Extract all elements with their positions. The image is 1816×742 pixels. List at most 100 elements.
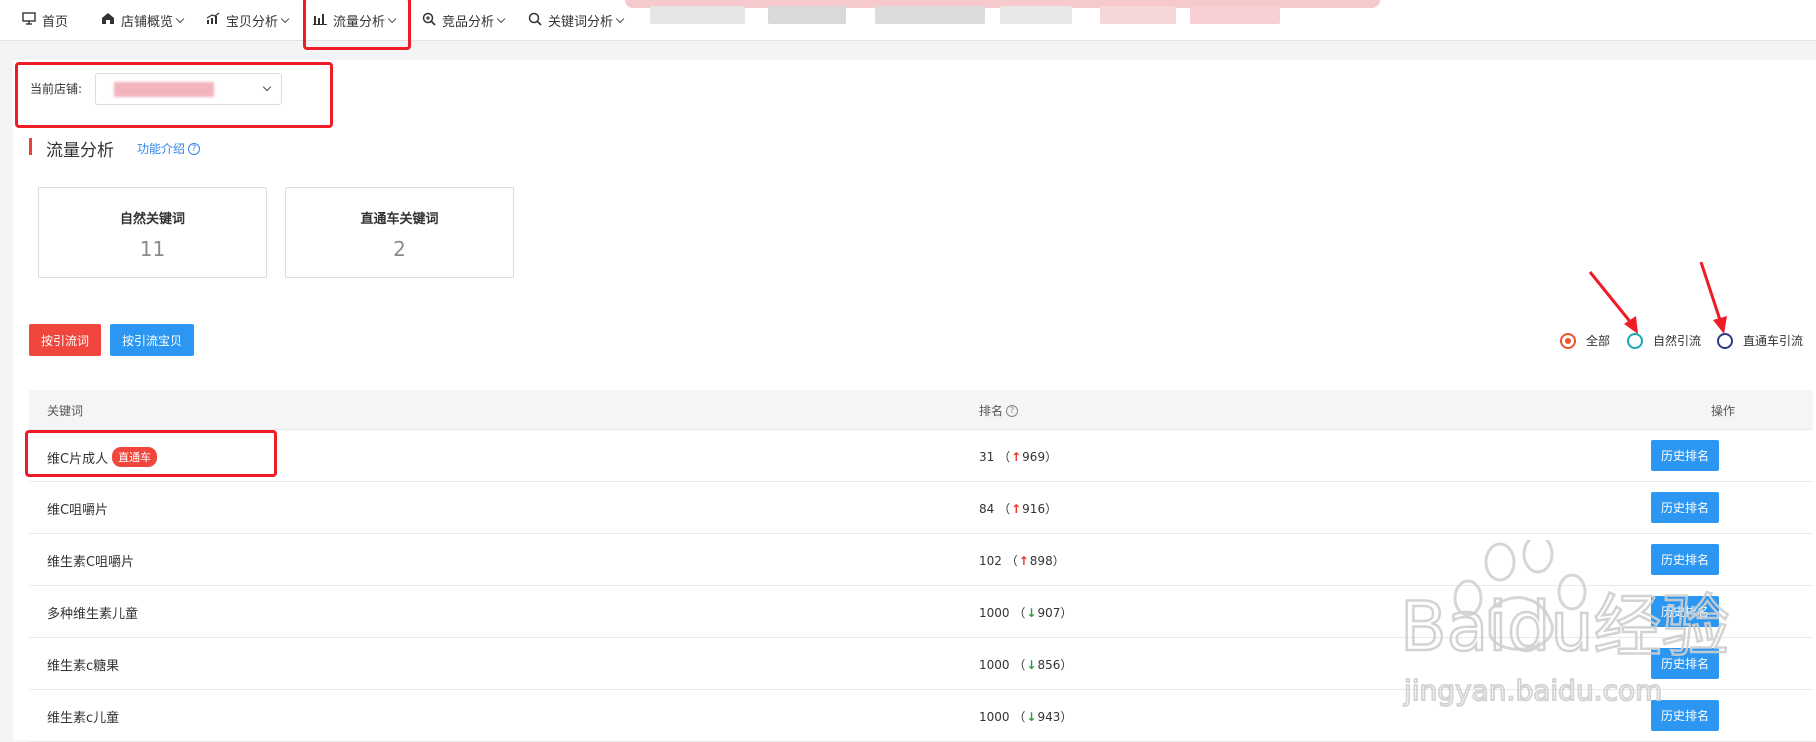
stat-label: 直通车关键词 — [360, 212, 439, 227]
nav-label: 流量分析 — [333, 15, 386, 30]
nav-label: 店铺概览 — [121, 15, 174, 30]
rank-cell: 102 （↑ 898） — [979, 553, 1065, 569]
by-item-button[interactable]: 按引流宝贝 — [110, 324, 194, 356]
store-icon — [101, 12, 115, 29]
blurred-nav-item — [1100, 6, 1176, 24]
rank-change: 916 — [1022, 501, 1046, 516]
blurred-nav-item — [650, 6, 745, 24]
nav-item-keyword-analysis[interactable]: 关键词分析 — [528, 0, 625, 41]
keyword-text: 多种维生素儿童 — [47, 607, 139, 622]
table-header: 关键词 排名 ? 操作 — [29, 390, 1813, 430]
stat-card-ztc: 直通车关键词 2 — [285, 187, 514, 278]
table-row: 维C片成人 直通车 31 （↑ 969） 历史排名 — [29, 430, 1813, 482]
stat-card-natural: 自然关键词 11 — [38, 187, 267, 278]
keyword-cell: 维生素C咀嚼片 — [47, 551, 134, 570]
blurred-shop-name — [114, 82, 214, 97]
arrow-up-icon: ↑ — [1011, 449, 1022, 464]
table-row: 维C咀嚼片 84 （↑ 916） 历史排名 — [29, 482, 1813, 534]
radio-natural[interactable]: 自然引流 — [1627, 332, 1701, 349]
rank-value: 1000 — [979, 657, 1010, 672]
arrow-down-icon: ↓ — [1026, 657, 1037, 672]
question-icon[interactable]: ? — [1006, 404, 1019, 417]
blurred-nav-item — [1190, 6, 1280, 24]
keyword-text: 维C咀嚼片 — [47, 503, 109, 518]
nav-item-store-overview[interactable]: 店铺概览 — [101, 0, 185, 41]
rank-value: 1000 — [979, 709, 1010, 724]
question-icon: ? — [188, 142, 201, 155]
blurred-nav-item — [875, 6, 985, 24]
rank-cell: 1000 （↓ 856） — [979, 657, 1073, 673]
ztc-badge: 直通车 — [112, 447, 158, 467]
keyword-text: 维生素C咀嚼片 — [47, 555, 135, 570]
nav-item-home[interactable]: 首页 — [22, 0, 68, 41]
chevron-down-icon — [280, 14, 290, 23]
radio-label: 全部 — [1586, 334, 1611, 348]
arrow-down-icon: ↓ — [1026, 605, 1037, 620]
header-rank: 排名 ? — [979, 402, 1019, 419]
help-link[interactable]: 功能介绍 ? — [137, 140, 201, 157]
rank-cell: 1000 （↓ 907） — [979, 605, 1073, 621]
history-rank-button[interactable]: 历史排名 — [1651, 700, 1719, 731]
rank-value: 1000 — [979, 605, 1010, 620]
shop-select[interactable] — [95, 73, 282, 105]
nav-item-competitor-analysis[interactable]: 竞品分析 — [422, 0, 506, 41]
help-link-label: 功能介绍 — [137, 142, 186, 156]
trend-icon — [206, 12, 220, 29]
rank-value: 102 — [979, 553, 1002, 568]
history-rank-button[interactable]: 历史排名 — [1651, 648, 1719, 679]
history-rank-button[interactable]: 历史排名 — [1651, 544, 1719, 575]
rank-value: 31 — [979, 449, 995, 464]
bar-chart-icon — [313, 12, 327, 29]
nav-label: 宝贝分析 — [226, 15, 279, 30]
top-navigation: 首页 店铺概览 宝贝分析 流量分析 竞品分析 关键词分析 — [0, 0, 1816, 41]
radio-circle — [1717, 332, 1733, 349]
stat-value: 2 — [393, 237, 406, 261]
radio-label: 直通车引流 — [1743, 334, 1804, 348]
chevron-down-icon — [175, 14, 185, 23]
monitor-icon — [22, 12, 36, 29]
history-rank-button[interactable]: 历史排名 — [1651, 596, 1719, 627]
zoom-icon — [422, 12, 436, 30]
section-marker — [29, 138, 32, 155]
chevron-down-icon — [387, 14, 397, 23]
nav-item-item-analysis[interactable]: 宝贝分析 — [206, 0, 290, 41]
header-action: 操作 — [1711, 404, 1736, 418]
table-row: 维生素c糖果 1000 （↓ 856） 历史排名 — [29, 638, 1813, 690]
shop-label: 当前店铺: — [30, 82, 83, 96]
keyword-text: 维生素c儿童 — [47, 711, 120, 726]
nav-label: 首页 — [42, 15, 69, 30]
blurred-nav-item — [768, 6, 846, 24]
blurred-nav-item — [1000, 6, 1072, 24]
keyword-text: 维生素c糖果 — [47, 659, 120, 674]
keyword-cell: 多种维生素儿童 — [47, 603, 138, 622]
arrow-up-icon: ↑ — [1018, 553, 1029, 568]
radio-circle — [1627, 332, 1643, 349]
history-rank-button[interactable]: 历史排名 — [1651, 440, 1719, 471]
chevron-down-icon — [615, 14, 625, 23]
nav-item-traffic-analysis[interactable]: 流量分析 — [313, 0, 397, 41]
rank-cell: 84 （↑ 916） — [979, 501, 1058, 517]
rank-change: 907 — [1037, 605, 1061, 620]
nav-label: 竞品分析 — [442, 15, 495, 30]
history-rank-button[interactable]: 历史排名 — [1651, 492, 1719, 523]
table-row: 多种维生素儿童 1000 （↓ 907） 历史排名 — [29, 586, 1813, 638]
keyword-cell: 维生素c糖果 — [47, 655, 119, 674]
rank-change: 898 — [1029, 553, 1053, 568]
rank-change: 856 — [1037, 657, 1061, 672]
radio-label: 自然引流 — [1653, 334, 1702, 348]
keyword-text: 维C片成人 — [47, 451, 109, 467]
by-keyword-button[interactable]: 按引流词 — [29, 324, 101, 356]
chevron-down-icon — [496, 14, 506, 23]
radio-ztc[interactable]: 直通车引流 — [1717, 332, 1803, 349]
radio-all[interactable]: 全部 — [1560, 332, 1610, 349]
rank-cell: 31 （↑ 969） — [979, 449, 1058, 465]
keyword-cell: 维C咀嚼片 — [47, 499, 108, 518]
keyword-cell: 维C片成人 直通车 — [47, 447, 158, 467]
stat-value: 11 — [139, 237, 166, 261]
rank-change: 969 — [1022, 449, 1046, 464]
nav-label: 关键词分析 — [548, 15, 614, 30]
arrow-up-icon: ↑ — [1011, 501, 1022, 516]
chevron-down-icon — [262, 82, 272, 92]
search-icon — [528, 12, 542, 30]
header-rank-label: 排名 — [979, 404, 1004, 418]
